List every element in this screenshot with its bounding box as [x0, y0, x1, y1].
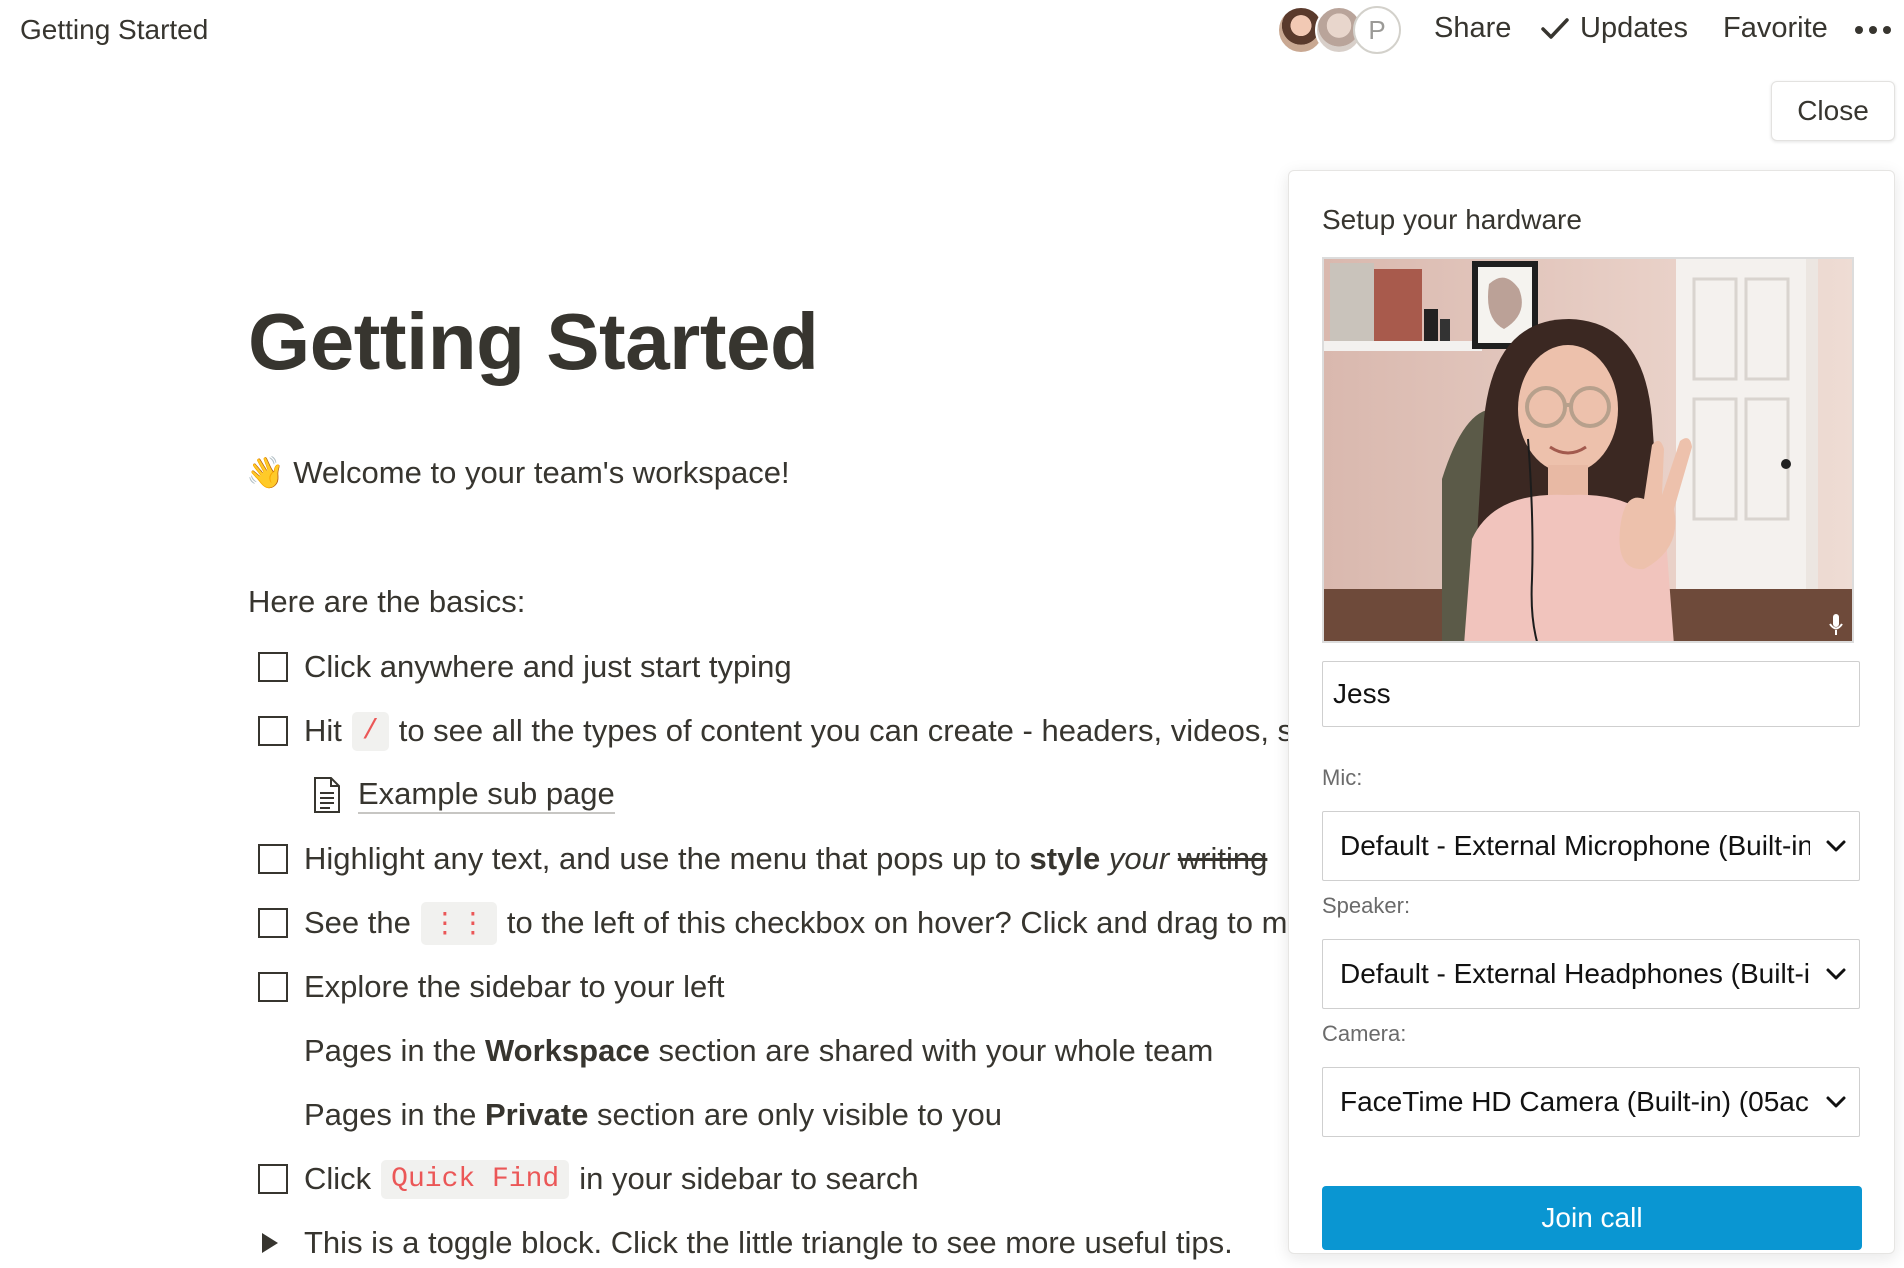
item-text: to see all the types of content you can …	[398, 713, 1288, 748]
list-item[interactable]: Hit / to see all the types of content yo…	[0, 706, 1288, 756]
name-field[interactable]	[1322, 661, 1860, 727]
strikethrough-text: writing	[1177, 841, 1268, 876]
basics-heading[interactable]: Here are the basics:	[248, 584, 525, 620]
item-text-group: Hit / to see all the types of content yo…	[304, 711, 1288, 751]
avatar[interactable]: P	[1353, 6, 1401, 54]
nested-text[interactable]: Pages in the Workspace section are share…	[0, 1026, 1288, 1076]
mic-icon	[1829, 614, 1843, 635]
speaker-select[interactable]: Default - External Headphones (Built-in)	[1322, 939, 1860, 1009]
item-text: section are only visible to you	[597, 1097, 1002, 1132]
page-title[interactable]: Getting Started	[248, 296, 819, 388]
page-icon	[314, 777, 340, 813]
checkbox-icon[interactable]	[258, 908, 288, 938]
hardware-setup-panel: Setup your hardware Jess Mic: Default - …	[1288, 170, 1895, 1254]
top-bar: Getting Started P Share Updates Favorite	[0, 0, 1904, 62]
checkbox-icon[interactable]	[258, 844, 288, 874]
item-text: Explore the sidebar to your left	[304, 969, 725, 1004]
item-text-group: Click Quick Find in your sidebar to sear…	[304, 1159, 919, 1199]
item-text: See the	[304, 905, 411, 940]
item-text: Click	[304, 1161, 372, 1196]
bold-text: Workspace	[484, 1033, 650, 1068]
item-text-group: Pages in the Private section are only vi…	[304, 1097, 1002, 1133]
join-call-button[interactable]: Join call	[1322, 1186, 1862, 1250]
block-list: Click anywhere and just start typing Hit…	[0, 620, 1288, 1268]
inline-code: Quick Find	[381, 1159, 570, 1199]
list-item[interactable]: Click anywhere and just start typing	[0, 642, 1288, 692]
mic-label: Mic:	[1322, 765, 1363, 790]
more-icon[interactable]	[1853, 16, 1893, 44]
list-item[interactable]: Click Quick Find in your sidebar to sear…	[0, 1154, 1288, 1204]
updates-label: Updates	[1580, 12, 1689, 44]
checkbox-icon[interactable]	[258, 652, 288, 682]
inline-code: /	[351, 711, 389, 751]
speaker-label: Speaker:	[1322, 893, 1411, 918]
wave-emoji: 👋	[246, 455, 285, 490]
close-button[interactable]: Close	[1771, 81, 1895, 141]
chevron-down-icon	[1826, 840, 1846, 852]
panel-title: Setup your hardware	[1322, 204, 1582, 235]
camera-label: Camera:	[1322, 1021, 1407, 1046]
mic-select[interactable]: Default - External Microphone (Built-in)	[1322, 811, 1860, 881]
item-text: Highlight any text, and use the menu tha…	[304, 841, 1021, 876]
chevron-down-icon	[1826, 1096, 1846, 1108]
welcome-text: Welcome to your team's workspace!	[293, 455, 790, 490]
item-text: section are shared with your whole team	[658, 1033, 1214, 1068]
drag-handle-code: ⋮⋮	[420, 901, 497, 945]
speaker-selected-value: Default - External Headphones (Built-in)	[1340, 958, 1810, 989]
italic-text: your	[1108, 841, 1170, 876]
item-text: to the left of this checkbox on hover? C…	[506, 905, 1288, 940]
mic-selected-value: Default - External Microphone (Built-in)	[1340, 830, 1810, 861]
checkbox-icon[interactable]	[258, 972, 288, 1002]
item-text: Pages in the	[304, 1097, 477, 1132]
camera-preview	[1322, 257, 1854, 643]
share-button[interactable]: Share	[1434, 12, 1511, 45]
breadcrumb[interactable]: Getting Started	[20, 14, 208, 46]
list-item[interactable]: Highlight any text, and use the menu tha…	[0, 834, 1288, 884]
check-icon	[1541, 17, 1569, 39]
item-text-group: See the ⋮⋮ to the left of this checkbox …	[304, 901, 1288, 945]
checkbox-icon[interactable]	[258, 716, 288, 746]
subpage-link[interactable]: Example sub page	[0, 770, 1288, 820]
item-text-group: Pages in the Workspace section are share…	[304, 1033, 1213, 1069]
collaborator-avatars[interactable]: P	[1277, 6, 1402, 54]
item-text: Click anywhere and just start typing	[304, 649, 792, 684]
item-text: This is a toggle block. Click the little…	[304, 1225, 1233, 1260]
list-item[interactable]: Explore the sidebar to your left	[0, 962, 1288, 1012]
camera-selected-value: FaceTime HD Camera (Built-in) (05ac:8514…	[1340, 1086, 1810, 1117]
subpage-label: Example sub page	[358, 776, 615, 814]
updates-button[interactable]: Updates	[1540, 12, 1688, 45]
list-item[interactable]: See the ⋮⋮ to the left of this checkbox …	[0, 898, 1288, 948]
bold-text: style	[1029, 841, 1101, 876]
subpage-group: Example sub page	[312, 776, 615, 814]
checkbox-icon[interactable]	[258, 1164, 288, 1194]
camera-preview-image	[1324, 259, 1852, 641]
item-text: Hit	[304, 713, 342, 748]
item-text: in your sidebar to search	[579, 1161, 919, 1196]
item-text-group: Highlight any text, and use the menu tha…	[304, 841, 1267, 877]
nested-text[interactable]: Pages in the Private section are only vi…	[0, 1090, 1288, 1140]
bold-text: Private	[484, 1097, 589, 1132]
toggle-block[interactable]: This is a toggle block. Click the little…	[0, 1218, 1288, 1268]
welcome-line[interactable]: 👋 Welcome to your team's workspace!	[246, 454, 790, 491]
toggle-triangle-icon[interactable]	[262, 1233, 278, 1253]
camera-select[interactable]: FaceTime HD Camera (Built-in) (05ac:8514…	[1322, 1067, 1860, 1137]
item-text: Pages in the	[304, 1033, 477, 1068]
favorite-button[interactable]: Favorite	[1723, 12, 1828, 45]
chevron-down-icon	[1826, 968, 1846, 980]
